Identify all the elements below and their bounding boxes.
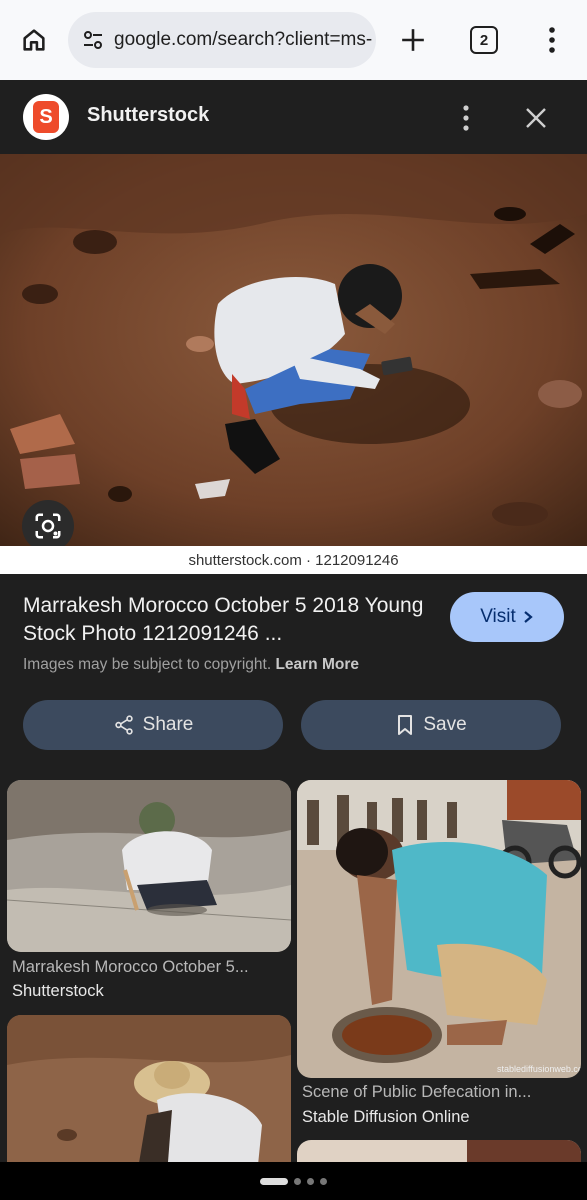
visit-label: Visit	[480, 606, 516, 627]
new-tab-icon[interactable]	[394, 22, 432, 58]
result-source: Stable Diffusion Online	[302, 1108, 470, 1126]
image-watermark: shutterstock.com · 1212091246	[0, 546, 587, 574]
page-dot	[294, 1177, 301, 1185]
result-title: Marrakesh Morocco October 5...	[12, 958, 249, 976]
page-dot	[307, 1177, 314, 1185]
bookmark-icon	[398, 715, 413, 735]
result-source: Shutterstock	[12, 982, 104, 1000]
close-icon[interactable]	[520, 102, 552, 134]
page-dot	[320, 1177, 327, 1185]
learn-more-link[interactable]: Learn More	[275, 656, 359, 673]
url-text: google.com/search?client=ms-	[114, 29, 373, 50]
page-indicator	[0, 1162, 587, 1200]
visit-button[interactable]: Visit	[450, 592, 564, 642]
image-watermark: stablediffusionweb.co	[497, 1064, 581, 1074]
chevron-right-icon	[524, 611, 533, 623]
share-label: Share	[142, 714, 194, 735]
result-thumbnail[interactable]	[7, 780, 291, 952]
browser-menu-icon[interactable]	[538, 22, 566, 58]
save-label: Save	[423, 714, 467, 735]
image-preview-panel: S Shutterstock shutterstock.com · 121209…	[0, 80, 587, 1200]
main-preview-image[interactable]	[0, 154, 587, 546]
result-title: Scene of Public Defecation in...	[302, 1083, 532, 1101]
copyright-notice: Images may be subject to copyright. Lear…	[23, 656, 359, 674]
share-icon	[114, 715, 133, 735]
more-options-icon[interactable]	[452, 102, 480, 134]
copyright-text: Images may be subject to copyright.	[23, 656, 272, 673]
tab-switcher-button[interactable]: 2	[470, 26, 498, 54]
share-button[interactable]: Share	[23, 700, 283, 750]
source-name[interactable]: Shutterstock	[87, 104, 209, 127]
browser-toolbar: google.com/search?client=ms- 2	[0, 0, 587, 80]
page-dot-active	[260, 1177, 288, 1185]
result-thumbnail[interactable]	[7, 1015, 291, 1175]
result-thumbnail[interactable]: stablediffusionweb.co	[297, 780, 581, 1078]
address-bar[interactable]: google.com/search?client=ms-	[68, 12, 376, 68]
site-settings-icon[interactable]	[80, 27, 106, 53]
result-title[interactable]: Marrakesh Morocco October 5 2018 Young S…	[23, 592, 433, 648]
home-icon[interactable]	[14, 22, 54, 58]
google-lens-icon[interactable]	[22, 500, 74, 552]
shutterstock-logo-icon: S	[23, 94, 69, 140]
save-button[interactable]: Save	[301, 700, 561, 750]
panel-header: S Shutterstock	[0, 80, 587, 154]
